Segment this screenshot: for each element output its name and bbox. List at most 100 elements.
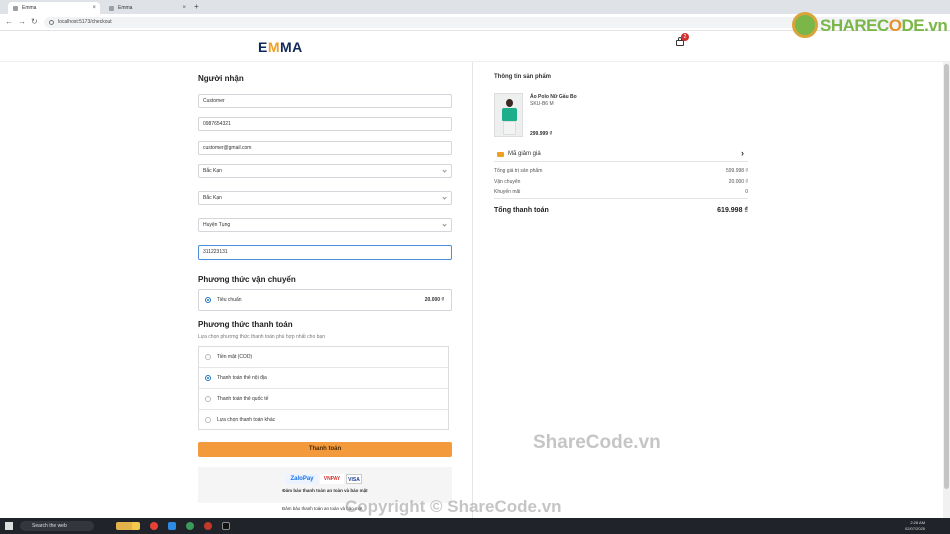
summary-value: 20.000 ₫ bbox=[728, 179, 748, 185]
summary-divider bbox=[494, 198, 748, 199]
url-text: localhost:5173/checkout bbox=[58, 19, 112, 25]
scrollbar-thumb[interactable] bbox=[944, 64, 949, 489]
shipping-title: Phương thức vận chuyển bbox=[198, 275, 296, 284]
secure-note: Đảm bảo thanh toán an toàn và bảo mật bbox=[282, 488, 368, 493]
app-icon[interactable] bbox=[186, 522, 194, 530]
summary-label: Vận chuyển bbox=[494, 179, 521, 185]
summary-value: 0 bbox=[745, 189, 748, 195]
summary-label: Khuyến mãi bbox=[494, 189, 521, 195]
polo-shirt bbox=[502, 108, 517, 121]
site-info-icon[interactable] bbox=[49, 20, 54, 25]
coupon-label: Mã giảm giá bbox=[508, 151, 541, 157]
tab-label: Emma bbox=[22, 5, 37, 11]
district-value: Bắc Kạn bbox=[203, 195, 222, 201]
reload-icon[interactable]: ↻ bbox=[31, 17, 38, 26]
address-input[interactable]: 311223131 bbox=[198, 245, 452, 260]
favicon-icon bbox=[109, 6, 114, 11]
ward-value: Huyện Tụng bbox=[203, 222, 231, 228]
logo-part: E bbox=[258, 39, 268, 55]
chrome-icon[interactable] bbox=[150, 522, 158, 530]
sharecode-watermark-logo: SHARECODE.vn bbox=[792, 12, 948, 42]
payment-option-domestic-card[interactable]: Thanh toán thẻ nội địa bbox=[199, 368, 448, 389]
chevron-down-icon bbox=[442, 168, 447, 173]
coupon-row[interactable]: Mã giảm giá › bbox=[494, 147, 748, 162]
province-value: Bắc Kạn bbox=[203, 168, 222, 174]
taskbar-search-placeholder: Search the web bbox=[32, 523, 67, 529]
cart-body bbox=[676, 40, 684, 46]
cart-icon[interactable]: 2 bbox=[675, 33, 689, 47]
shipping-price: 20.000 ₫ bbox=[424, 297, 444, 303]
payment-radio[interactable] bbox=[205, 396, 211, 402]
terminal-icon[interactable] bbox=[222, 522, 230, 530]
close-tab-icon[interactable]: × bbox=[92, 2, 96, 14]
summary-row-subtotal: Tổng giá trị sản phẩm 599.998 ₫ bbox=[494, 168, 748, 176]
wm-part: O bbox=[888, 16, 902, 35]
product-image[interactable] bbox=[494, 93, 523, 137]
payment-radio[interactable] bbox=[205, 354, 211, 360]
close-tab-icon[interactable]: × bbox=[182, 2, 186, 14]
payment-option-other[interactable]: Lựa chọn thanh toán khác bbox=[199, 410, 448, 431]
page-scrollbar[interactable] bbox=[943, 62, 950, 518]
favicon-icon bbox=[13, 6, 18, 11]
province-select[interactable]: Bắc Kạn bbox=[198, 164, 452, 178]
taskbar-search[interactable]: Search the web bbox=[20, 521, 94, 531]
shipping-radio[interactable] bbox=[205, 297, 211, 303]
column-divider bbox=[472, 62, 473, 524]
sharecode-logo-text: SHARECODE.vn bbox=[820, 16, 948, 36]
ward-select[interactable]: Huyện Tụng bbox=[198, 218, 452, 232]
vnpay-badge: VNPAY bbox=[320, 474, 344, 484]
shipping-option-label: Tiêu chuẩn bbox=[217, 297, 242, 303]
taskbar-clock[interactable]: 2:28 AM 02/07/2025 bbox=[905, 520, 925, 532]
tab-label: Emma bbox=[118, 5, 133, 11]
taskbar-date: 02/07/2025 bbox=[905, 526, 926, 531]
payment-radio[interactable] bbox=[205, 417, 211, 423]
app-icon[interactable] bbox=[204, 522, 212, 530]
new-tab-button[interactable]: + bbox=[194, 2, 199, 11]
visa-badge: VISA bbox=[346, 474, 362, 484]
email-input[interactable]: customer@gmail.com bbox=[198, 141, 452, 155]
payment-options: Tiền mặt (COD) Thanh toán thẻ nội địa Th… bbox=[198, 346, 449, 430]
district-select[interactable]: Bắc Kạn bbox=[198, 191, 452, 205]
start-icon[interactable] bbox=[5, 522, 13, 530]
emma-logo[interactable]: EMMA bbox=[258, 39, 303, 55]
phone-input[interactable]: 0987654321 bbox=[198, 117, 452, 131]
payment-radio[interactable] bbox=[205, 375, 211, 381]
logo-part: MA bbox=[280, 39, 303, 55]
product-sku: SKU-B6 M bbox=[530, 101, 554, 107]
forward-icon[interactable]: → bbox=[18, 17, 26, 26]
summary-row-shipping: Vận chuyển 20.000 ₫ bbox=[494, 179, 748, 187]
copyright-watermark-text: Copyright © ShareCode.vn bbox=[345, 497, 562, 516]
checkout-submit-button[interactable]: Thanh toán bbox=[198, 442, 452, 457]
total-value: 619.998 ₫ bbox=[717, 207, 748, 214]
total-label: Tổng thanh toán bbox=[494, 207, 549, 214]
payment-option-label: Thanh toán thẻ quốc tế bbox=[217, 396, 269, 402]
summary-value: 599.998 ₫ bbox=[725, 168, 748, 174]
payment-option-label: Lựa chọn thanh toán khác bbox=[217, 417, 276, 423]
summary-row-discount: Khuyến mãi 0 bbox=[494, 189, 748, 197]
summary-total: Tổng thanh toán 619.998 ₫ bbox=[494, 207, 748, 217]
back-icon[interactable]: ← bbox=[5, 17, 13, 26]
browser-tab-emma-2[interactable]: Emma × bbox=[104, 2, 190, 14]
zalopay-badge: ZaloPay bbox=[286, 474, 318, 484]
payment-option-cod[interactable]: Tiền mặt (COD) bbox=[199, 347, 448, 368]
skirt bbox=[503, 121, 516, 135]
vscode-icon[interactable] bbox=[168, 522, 176, 530]
product-name[interactable]: Áo Polo Nữ Gấu Bo bbox=[530, 94, 577, 100]
payment-option-international-card[interactable]: Thanh toán thẻ quốc tế bbox=[199, 389, 448, 410]
sharecode-watermark-text: ShareCode.vn bbox=[533, 432, 661, 453]
payment-option-label: Thanh toán thẻ nội địa bbox=[217, 375, 267, 381]
payment-title: Phương thức thanh toán bbox=[198, 320, 293, 329]
summary-label: Tổng giá trị sản phẩm bbox=[494, 168, 543, 174]
name-input[interactable]: Customer bbox=[198, 94, 452, 108]
file-explorer-icon[interactable] bbox=[132, 522, 140, 530]
product-section-title: Thông tin sản phẩm bbox=[494, 74, 551, 80]
logo-part: M bbox=[267, 39, 281, 55]
model-head bbox=[506, 99, 513, 107]
url-input[interactable]: localhost:5173/checkout bbox=[44, 17, 904, 28]
shipping-option-standard[interactable]: Tiêu chuẩn 20.000 ₫ bbox=[198, 289, 452, 311]
browser-tab-emma-1[interactable]: Emma × bbox=[8, 2, 100, 14]
coupon-icon bbox=[497, 152, 504, 157]
windows-taskbar: Search the web 2:28 AM 02/07/2025 bbox=[0, 518, 950, 534]
product-price: 299.999 ₫ bbox=[530, 131, 553, 137]
recipient-title: Người nhận bbox=[198, 74, 244, 83]
